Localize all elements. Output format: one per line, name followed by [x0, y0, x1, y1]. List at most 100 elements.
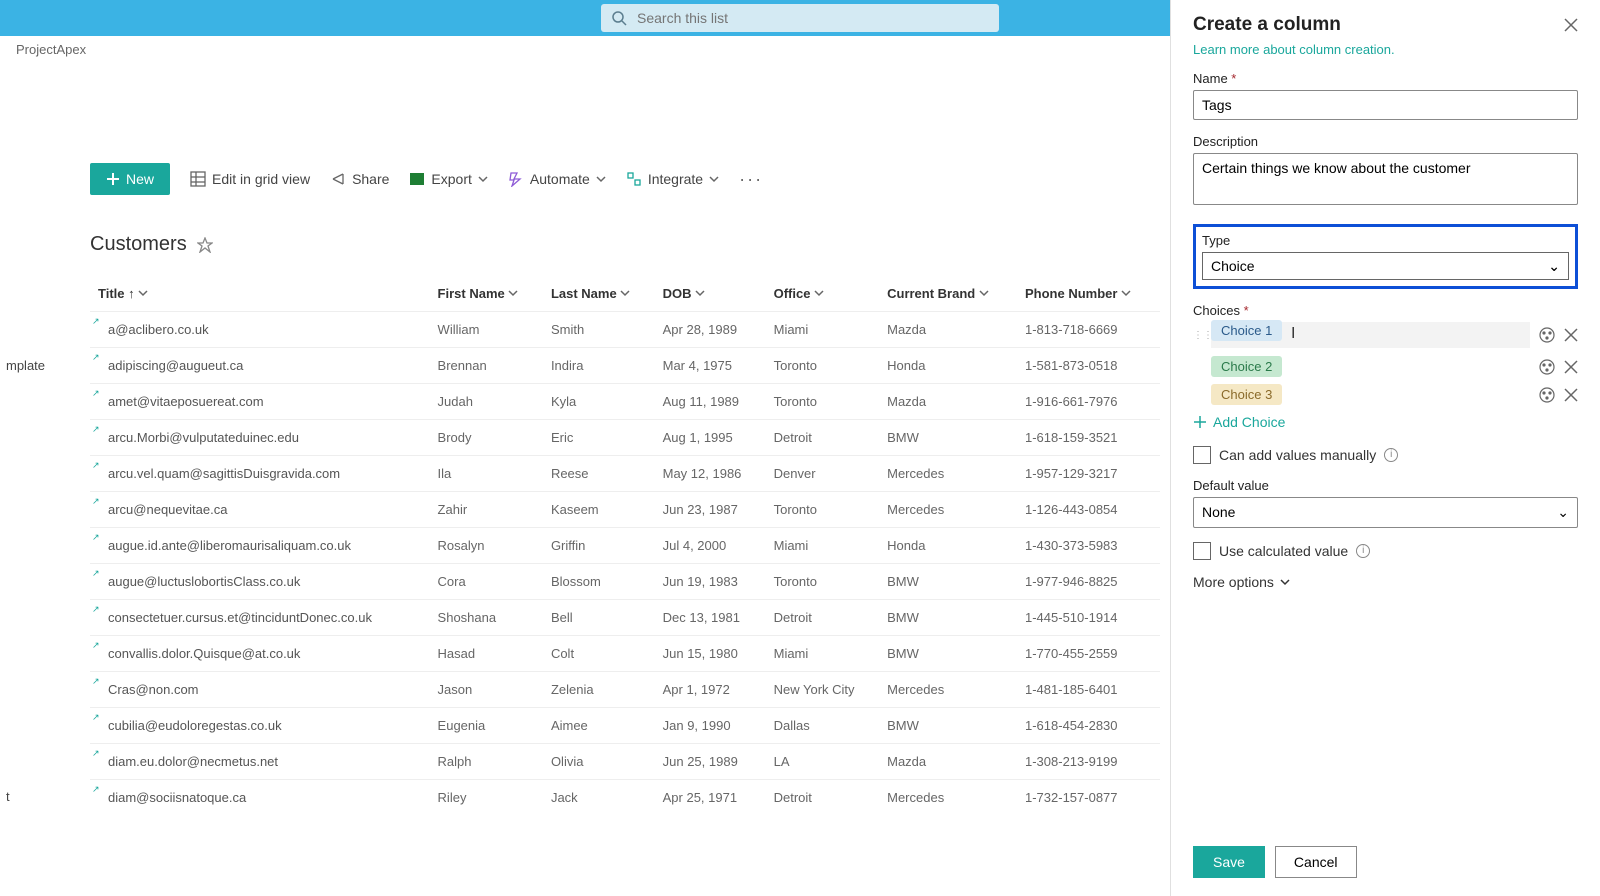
add-choice-button[interactable]: Add Choice: [1193, 414, 1578, 430]
cell-brand: Mercedes: [879, 456, 1017, 492]
cancel-button[interactable]: Cancel: [1275, 846, 1357, 878]
excel-icon: [409, 171, 425, 187]
automate-button[interactable]: Automate: [508, 171, 606, 187]
nav-item-template[interactable]: mplate: [0, 350, 51, 381]
search-box[interactable]: [601, 4, 999, 32]
table-row[interactable]: arcu@nequevitae.ca Zahir Kaseem Jun 23, …: [90, 492, 1160, 528]
col-office[interactable]: Office: [766, 276, 880, 312]
table-row[interactable]: arcu.vel.quam@sagittisDuisgravida.com Il…: [90, 456, 1160, 492]
palette-icon[interactable]: [1538, 358, 1556, 376]
chevron-down-icon: [478, 174, 488, 184]
table-row[interactable]: diam.eu.dolor@necmetus.net Ralph Olivia …: [90, 744, 1160, 780]
drag-handle-icon[interactable]: ⋮⋮: [1193, 330, 1203, 341]
table-row[interactable]: cubilia@eudoloregestas.co.uk Eugenia Aim…: [90, 708, 1160, 744]
default-value-label: Default value: [1193, 478, 1578, 493]
cell-first: Hasad: [430, 636, 543, 672]
cell-title[interactable]: Cras@non.com: [90, 672, 430, 708]
search-input[interactable]: [637, 10, 989, 26]
name-input[interactable]: [1193, 90, 1578, 120]
panel-footer: Save Cancel: [1193, 846, 1357, 878]
cell-title[interactable]: cubilia@eudoloregestas.co.uk: [90, 708, 430, 744]
table-row[interactable]: adipiscing@augueut.ca Brennan Indira Mar…: [90, 348, 1160, 384]
default-value-select[interactable]: None⌄: [1193, 497, 1578, 528]
type-select[interactable]: Choice⌄: [1202, 252, 1569, 280]
cell-title[interactable]: arcu@nequevitae.ca: [90, 492, 430, 528]
cell-title[interactable]: consectetuer.cursus.et@tinciduntDonec.co…: [90, 600, 430, 636]
cell-title[interactable]: augue.id.ante@liberomaurisaliquam.co.uk: [90, 528, 430, 564]
cell-phone: 1-732-157-0877: [1017, 780, 1160, 816]
star-icon[interactable]: [197, 237, 213, 253]
cell-title[interactable]: a@aclibero.co.uk: [90, 312, 430, 348]
table-row[interactable]: diam@sociisnatoque.ca Riley Jack Apr 25,…: [90, 780, 1160, 816]
share-button[interactable]: Share: [330, 171, 389, 187]
col-dob[interactable]: DOB: [655, 276, 766, 312]
col-last-name[interactable]: Last Name: [543, 276, 655, 312]
table-row[interactable]: augue.id.ante@liberomaurisaliquam.co.uk …: [90, 528, 1160, 564]
cell-last: Zelenia: [543, 672, 655, 708]
table-row[interactable]: amet@vitaeposuereat.com Judah Kyla Aug 1…: [90, 384, 1160, 420]
export-label: Export: [431, 171, 471, 187]
choice-input-3[interactable]: Choice 3: [1211, 386, 1530, 404]
palette-icon[interactable]: [1538, 386, 1556, 404]
palette-icon[interactable]: [1538, 326, 1556, 344]
cell-title[interactable]: diam@sociisnatoque.ca: [90, 780, 430, 816]
save-button[interactable]: Save: [1193, 846, 1265, 878]
choice-pill-3: Choice 3: [1211, 384, 1282, 405]
cell-first: Judah: [430, 384, 543, 420]
remove-choice-icon[interactable]: [1564, 360, 1578, 374]
can-add-checkbox[interactable]: [1193, 446, 1211, 464]
remove-choice-icon[interactable]: [1564, 328, 1578, 342]
choice-input-2[interactable]: Choice 2: [1211, 358, 1530, 376]
panel-title: Create a column: [1193, 14, 1341, 36]
col-brand[interactable]: Current Brand: [879, 276, 1017, 312]
info-icon[interactable]: i: [1384, 448, 1398, 462]
chevron-down-icon: [596, 174, 606, 184]
cell-title[interactable]: augue@luctuslobortisClass.co.uk: [90, 564, 430, 600]
choice-input-1[interactable]: Choice 1 I: [1211, 322, 1530, 348]
table-row[interactable]: convallis.dolor.Quisque@at.co.uk Hasad C…: [90, 636, 1160, 672]
cell-phone: 1-445-510-1914: [1017, 600, 1160, 636]
table-row[interactable]: consectetuer.cursus.et@tinciduntDonec.co…: [90, 600, 1160, 636]
table-row[interactable]: Cras@non.com Jason Zelenia Apr 1, 1972 N…: [90, 672, 1160, 708]
close-icon[interactable]: [1564, 18, 1578, 32]
nav-item-t[interactable]: t: [0, 781, 51, 812]
col-title[interactable]: Title ↑: [90, 276, 430, 312]
cell-brand: BMW: [879, 420, 1017, 456]
edit-grid-button[interactable]: Edit in grid view: [190, 171, 310, 187]
cell-title[interactable]: arcu.Morbi@vulputateduinec.edu: [90, 420, 430, 456]
list-title-row: Customers: [90, 233, 1160, 256]
share-icon: [330, 171, 346, 187]
cell-dob: Jun 23, 1987: [655, 492, 766, 528]
cell-title[interactable]: arcu.vel.quam@sagittisDuisgravida.com: [90, 456, 430, 492]
integrate-button[interactable]: Integrate: [626, 171, 719, 187]
cell-dob: Jun 25, 1989: [655, 744, 766, 780]
cell-office: New York City: [766, 672, 880, 708]
col-phone[interactable]: Phone Number: [1017, 276, 1160, 312]
learn-more-link[interactable]: Learn more about column creation.: [1193, 42, 1578, 57]
cell-office: Toronto: [766, 348, 880, 384]
remove-choice-icon[interactable]: [1564, 388, 1578, 402]
more-actions-button[interactable]: ···: [739, 169, 763, 190]
create-column-panel: Create a column Learn more about column …: [1170, 0, 1600, 896]
description-input[interactable]: [1193, 153, 1578, 205]
export-button[interactable]: Export: [409, 171, 487, 187]
cell-office: Miami: [766, 312, 880, 348]
grid-icon: [190, 171, 206, 187]
table-row[interactable]: arcu.Morbi@vulputateduinec.edu Brody Eri…: [90, 420, 1160, 456]
info-icon[interactable]: i: [1356, 544, 1370, 558]
cell-title[interactable]: adipiscing@augueut.ca: [90, 348, 430, 384]
cell-phone: 1-481-185-6401: [1017, 672, 1160, 708]
new-button[interactable]: New: [90, 163, 170, 195]
chevron-down-icon: [1280, 577, 1290, 587]
cell-title[interactable]: amet@vitaeposuereat.com: [90, 384, 430, 420]
cell-office: Toronto: [766, 492, 880, 528]
choice-pill-1: Choice 1: [1211, 320, 1282, 341]
use-calculated-checkbox[interactable]: [1193, 542, 1211, 560]
table-row[interactable]: a@aclibero.co.uk William Smith Apr 28, 1…: [90, 312, 1160, 348]
col-first-name[interactable]: First Name: [430, 276, 543, 312]
cell-title[interactable]: convallis.dolor.Quisque@at.co.uk: [90, 636, 430, 672]
table-row[interactable]: augue@luctuslobortisClass.co.uk Cora Blo…: [90, 564, 1160, 600]
cell-title[interactable]: diam.eu.dolor@necmetus.net: [90, 744, 430, 780]
cell-brand: Mazda: [879, 312, 1017, 348]
more-options-button[interactable]: More options: [1193, 574, 1578, 590]
